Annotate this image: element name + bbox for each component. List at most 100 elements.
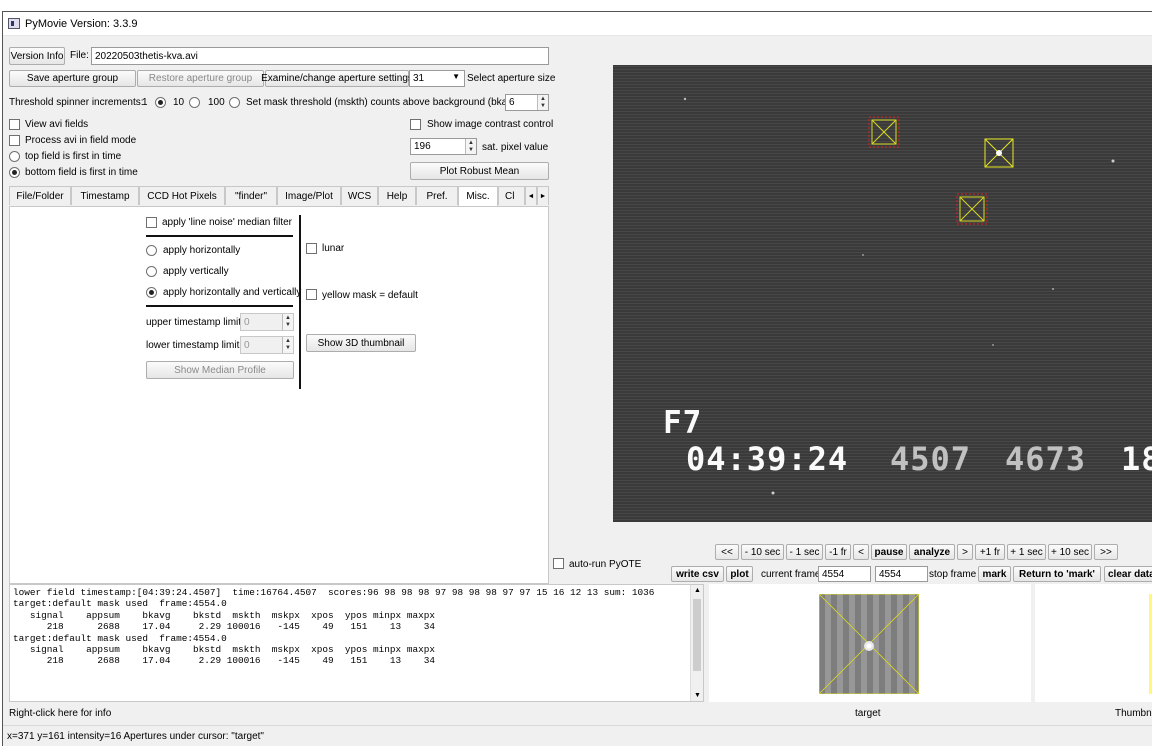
aperture-yellow-target[interactable] (984, 138, 1014, 168)
star (1052, 288, 1054, 290)
upper-timestamp-spinner[interactable]: 0 ▲ ▼ (240, 313, 294, 331)
sat-pixel-spinner[interactable]: 196 ▲ ▼ (410, 138, 477, 155)
apply-horizontally-radio[interactable] (146, 245, 157, 256)
back-max-button[interactable]: << (715, 544, 739, 560)
bottom-field-first-label: bottom field is first in time (25, 167, 138, 178)
spinner-arrows-icon[interactable]: ▲ ▼ (282, 314, 293, 330)
tab-finder[interactable]: "finder" (225, 186, 277, 205)
tab-file-folder[interactable]: File/Folder (9, 186, 71, 205)
log-text-area[interactable]: lower field timestamp:[04:39:24.4507] ti… (9, 584, 704, 702)
file-label: File: (70, 50, 89, 61)
plot-button[interactable]: plot (726, 566, 753, 582)
scroll-up-icon[interactable]: ▲ (694, 587, 701, 594)
right-click-info-label[interactable]: Right-click here for info (9, 708, 111, 720)
tab-timestamp[interactable]: Timestamp (71, 186, 139, 205)
target-thumbnail-image (819, 594, 919, 694)
apply-both-radio[interactable] (146, 287, 157, 298)
step-back-button[interactable]: < (853, 544, 869, 560)
mask-threshold-spinner[interactable]: 6 ▲ ▼ (505, 94, 549, 111)
view-avi-fields-checkbox[interactable] (9, 119, 20, 130)
back-1-sec-button[interactable]: - 1 sec (786, 544, 823, 560)
cursor-status: x=371 y=161 intensity=16 Apertures under… (7, 731, 264, 742)
tab-scroll-left-icon[interactable]: ◄ (525, 186, 537, 205)
show-3d-thumbnail-button[interactable]: Show 3D thumbnail (306, 334, 416, 352)
forward-10-sec-button[interactable]: + 10 sec (1048, 544, 1092, 560)
process-avi-label: Process avi in field mode (25, 135, 137, 146)
scroll-thumb[interactable] (693, 599, 701, 671)
process-avi-checkbox[interactable] (9, 135, 20, 146)
tab-help[interactable]: Help (378, 186, 416, 205)
video-number-2: 4673 (1005, 440, 1087, 478)
lunar-checkbox[interactable] (306, 243, 317, 254)
video-timestamp: 04:39:24 (686, 440, 849, 478)
forward-max-button[interactable]: >> (1094, 544, 1118, 560)
increment-10-label: 10 (173, 97, 185, 108)
log-scrollbar[interactable]: ▲ ▼ (690, 585, 703, 701)
lower-timestamp-spinner[interactable]: 0 ▲ ▼ (240, 336, 294, 354)
save-aperture-group-button[interactable]: Save aperture group (9, 70, 136, 87)
star (862, 254, 864, 256)
app-icon (8, 18, 20, 29)
pymovie-window: PyMovie Version: 3.3.9 Version Info File… (2, 11, 1152, 746)
increment-10-radio[interactable] (155, 97, 166, 108)
stop-frame-field[interactable]: 4554 (875, 566, 928, 582)
spinner-arrows-icon[interactable]: ▲ ▼ (465, 139, 476, 154)
tab-pref[interactable]: Pref. (416, 186, 458, 205)
tab-scroll-right-icon[interactable]: ► (537, 186, 549, 205)
file-name-field[interactable]: 20220503thetis-kva.avi (91, 47, 549, 65)
apply-horizontally-label: apply horizontally (163, 245, 241, 256)
return-to-mark-button[interactable]: Return to 'mark' (1013, 566, 1101, 582)
show-median-profile-button[interactable]: Show Median Profile (146, 361, 294, 379)
aperture-red-1[interactable] (868, 116, 900, 148)
view-avi-fields-label: View avi fields (25, 119, 89, 130)
mark-button[interactable]: mark (978, 566, 1011, 582)
sat-pixel-value: 196 (414, 141, 431, 152)
tab-cl[interactable]: Cl (498, 186, 525, 205)
lunar-label: lunar (322, 243, 345, 254)
thumbnail-two-panel[interactable] (1035, 584, 1152, 702)
analyze-button[interactable]: analyze (909, 544, 955, 560)
aperture-size-select[interactable]: 31 ▼ (409, 70, 465, 87)
scroll-down-icon[interactable]: ▼ (694, 692, 701, 699)
apply-vertically-label: apply vertically (163, 266, 229, 277)
lower-timestamp-value: 0 (244, 339, 250, 351)
tab-wcs[interactable]: WCS (341, 186, 378, 205)
log-line: signal appsum bkavg bkstd mskth mskpx xp… (13, 644, 435, 656)
pause-button[interactable]: pause (871, 544, 907, 560)
restore-aperture-group-button[interactable]: Restore aperture group (137, 70, 264, 87)
star (992, 344, 994, 346)
target-thumbnail-label: target (855, 708, 881, 719)
back-10-sec-button[interactable]: - 10 sec (741, 544, 784, 560)
spinner-arrows-icon[interactable]: ▲ ▼ (537, 95, 548, 110)
back-1-frame-button[interactable]: -1 fr (825, 544, 851, 560)
video-frame[interactable]: F7 04:39:24 4507 4673 18 (613, 65, 1152, 522)
current-frame-field[interactable]: 4554 (818, 566, 871, 582)
tab-misc[interactable]: Misc. (458, 186, 498, 206)
increment-100-radio[interactable] (189, 97, 200, 108)
tab-ccd-hot-pixels[interactable]: CCD Hot Pixels (139, 186, 225, 205)
plot-robust-mean-button[interactable]: Plot Robust Mean (410, 162, 549, 180)
clear-data-button[interactable]: clear data (1104, 566, 1152, 582)
top-field-first-radio[interactable] (9, 151, 20, 162)
dropdown-arrow-icon: ▼ (452, 72, 460, 81)
mask-threshold-radio[interactable] (229, 97, 240, 108)
spinner-arrows-icon[interactable]: ▲ ▼ (282, 337, 293, 353)
bottom-field-first-radio[interactable] (9, 167, 20, 178)
line-noise-checkbox[interactable] (146, 217, 157, 228)
window-title: PyMovie Version: 3.3.9 (25, 18, 138, 30)
write-csv-button[interactable]: write csv (671, 566, 724, 582)
target-thumbnail-panel[interactable] (709, 584, 1031, 702)
tab-bar: File/Folder Timestamp CCD Hot Pixels "fi… (9, 186, 549, 206)
version-info-button[interactable]: Version Info (9, 47, 65, 65)
aperture-red-2[interactable] (956, 193, 988, 225)
examine-aperture-settings-button[interactable]: Examine/change aperture settings (261, 70, 413, 87)
tab-image-plot[interactable]: Image/Plot (277, 186, 341, 205)
forward-1-frame-button[interactable]: +1 fr (975, 544, 1005, 560)
sat-pixel-label: sat. pixel value (482, 142, 549, 153)
auto-run-pyote-checkbox[interactable] (553, 558, 564, 569)
step-forward-button[interactable]: > (957, 544, 973, 560)
yellow-mask-checkbox[interactable] (306, 289, 317, 300)
apply-vertically-radio[interactable] (146, 266, 157, 277)
show-contrast-checkbox[interactable] (410, 119, 421, 130)
forward-1-sec-button[interactable]: + 1 sec (1007, 544, 1046, 560)
